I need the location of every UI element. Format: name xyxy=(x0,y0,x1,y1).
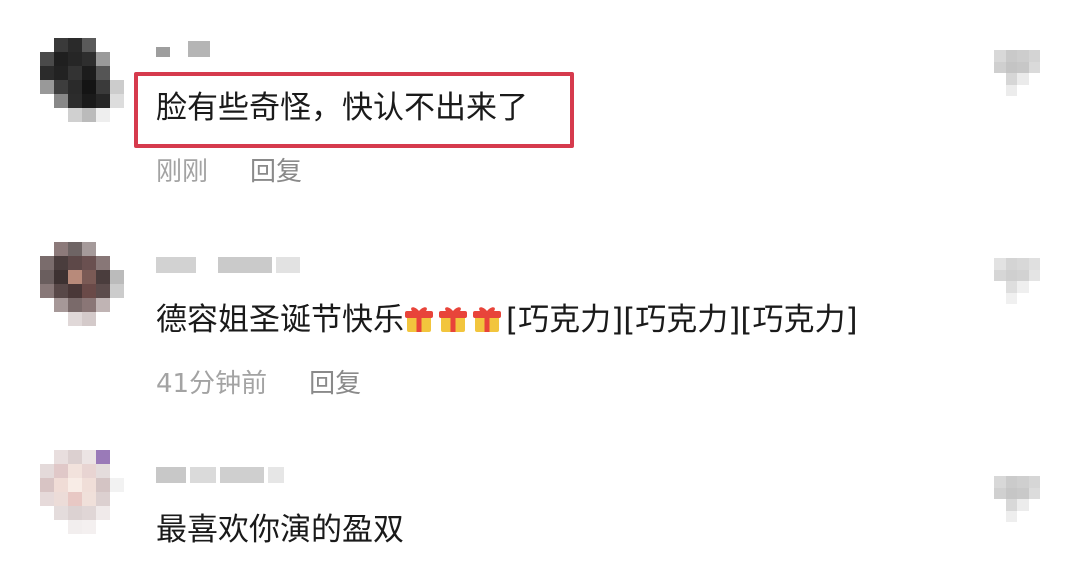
comment-meta: 刚刚 回复 xyxy=(156,155,302,189)
username[interactable] xyxy=(156,254,300,276)
like-icon[interactable] xyxy=(994,258,1040,304)
gift-icon xyxy=(473,307,501,332)
comment-item: 最喜欢你演的盈双 xyxy=(0,410,1080,577)
comment-text-main: 德容姐圣诞节快乐 xyxy=(156,302,404,338)
comment-text-tail: [巧克力][巧克力][巧克力] xyxy=(506,302,858,338)
reply-button[interactable]: 回复 xyxy=(250,157,302,187)
avatar[interactable] xyxy=(40,450,124,534)
avatar[interactable] xyxy=(40,242,124,326)
comment-meta: 41分钟前 回复 xyxy=(156,367,361,401)
like-icon[interactable] xyxy=(994,476,1040,522)
comment-item: 德容姐圣诞节快乐 [巧克力][巧克力][巧克力] 41分钟前 回复 xyxy=(0,200,1080,410)
username[interactable] xyxy=(156,464,284,486)
like-icon[interactable] xyxy=(994,50,1040,96)
comment-time: 41分钟前 xyxy=(156,369,268,399)
comment-time: 刚刚 xyxy=(156,157,209,187)
comment-text: 最喜欢你演的盈双 xyxy=(156,512,404,548)
username[interactable] xyxy=(156,38,210,60)
highlight-box xyxy=(134,72,574,148)
reply-button[interactable]: 回复 xyxy=(309,369,361,399)
gift-icon xyxy=(439,307,467,332)
gift-icon xyxy=(405,307,433,332)
avatar[interactable] xyxy=(40,38,124,122)
comment-text: 德容姐圣诞节快乐 [巧克力][巧克力][巧克力] xyxy=(156,300,858,340)
